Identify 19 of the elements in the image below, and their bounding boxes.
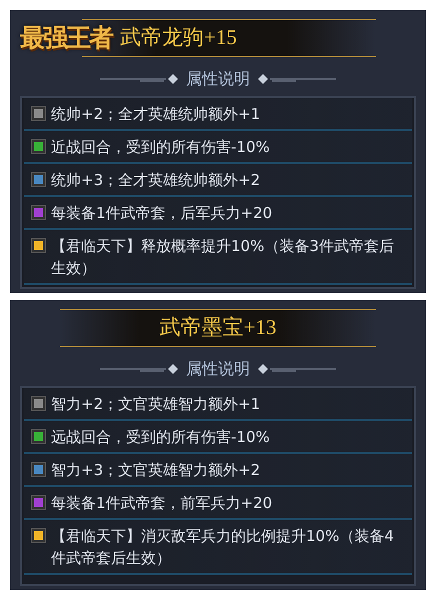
- attribute-text: 近战回合，受到的所有伤害-10%: [51, 137, 270, 158]
- ornament-icon: [256, 363, 336, 375]
- attribute-text: 每装备1件武帝套，后军兵力+20: [51, 203, 272, 224]
- ornament-icon: [100, 363, 180, 375]
- attribute-text: 【君临天下】释放概率提升10%（装备3件武帝套后生效）: [51, 236, 395, 279]
- section-heading: 属性说明: [186, 358, 250, 380]
- attribute-text: 远战回合，受到的所有伤害-10%: [51, 427, 270, 448]
- section-heading: 属性说明: [186, 68, 250, 90]
- item-title: 武帝墨宝+13: [160, 314, 276, 342]
- attribute-text: 智力+2；文官英雄智力额外+1: [51, 394, 260, 415]
- attribute-text: 统帅+3；全才英雄统帅额外+2: [51, 170, 260, 191]
- ornament-icon: [256, 73, 336, 85]
- item-title: 武帝龙驹+15: [120, 24, 237, 52]
- attribute-text: 【君临天下】消灭敌军兵力的比例提升10%（装备4件武帝套后生效）: [51, 526, 395, 569]
- attribute-text: 统帅+2；全才英雄统帅额外+1: [51, 104, 260, 125]
- ornament-icon: [100, 73, 180, 85]
- attribute-text: 每装备1件武帝套，前军兵力+20: [51, 493, 272, 514]
- game-logo: 最强王者: [20, 22, 112, 54]
- attribute-text: 智力+3；文官英雄智力额外+2: [51, 460, 260, 481]
